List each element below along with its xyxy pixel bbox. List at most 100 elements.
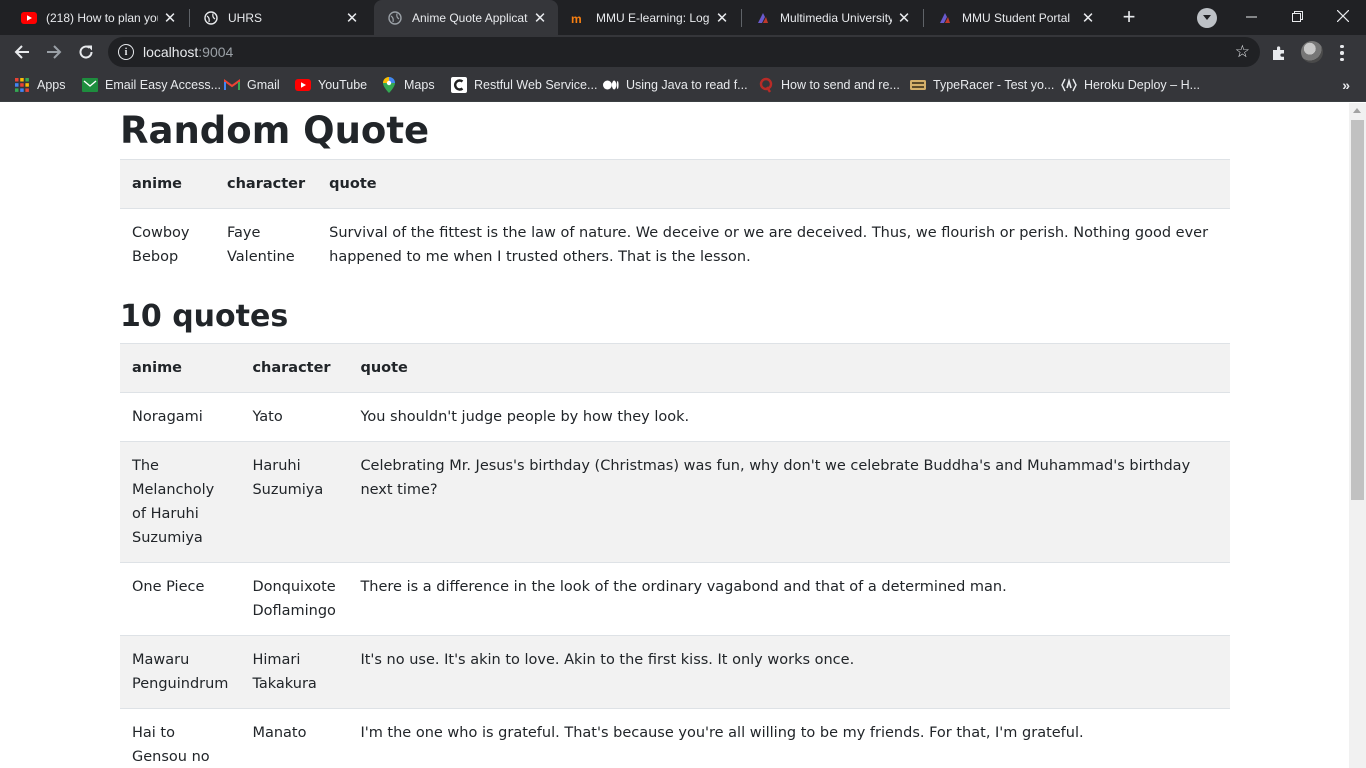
reload-button[interactable]: [71, 37, 101, 67]
anime-cell: Noragami: [120, 392, 241, 442]
column-header-quote: quote: [317, 159, 1230, 209]
restore-button[interactable]: [1274, 0, 1320, 32]
extensions-button[interactable]: [1268, 42, 1290, 64]
youtube-icon: [295, 77, 311, 93]
table-row: The Melancholy of Haruhi Suzumiya Haruhi…: [120, 441, 1230, 563]
bookmark-gmail[interactable]: Gmail: [224, 75, 280, 95]
bookmark-label: How to send and re...: [781, 78, 900, 92]
table-header-row: anime character quote: [120, 343, 1230, 393]
close-tab-icon[interactable]: ✕: [714, 10, 730, 27]
anime-cell: One Piece: [120, 562, 241, 636]
anime-cell: The Melancholy of Haruhi Suzumiya: [120, 441, 241, 563]
svg-text:m: m: [571, 12, 582, 24]
quote-cell: You shouldn't judge people by how they l…: [348, 392, 1230, 442]
quote-cell: Survival of the fittest is the law of na…: [317, 208, 1230, 281]
new-tab-button[interactable]: +: [1117, 4, 1141, 29]
back-button[interactable]: [7, 37, 37, 67]
tab-title: MMU E-learning: Log in: [596, 10, 710, 25]
mmu-icon: [937, 10, 953, 26]
character-cell: Yato: [240, 392, 349, 442]
tab-search-button[interactable]: [1197, 8, 1217, 28]
quote-cell: I'm the one who is grateful. That's beca…: [348, 708, 1230, 768]
restore-icon: [1291, 10, 1303, 22]
globe-icon: [387, 10, 403, 26]
close-window-button[interactable]: [1320, 0, 1366, 32]
medium-icon: [603, 77, 619, 93]
table-row: Mawaru Penguindrum Himari Takakura It's …: [120, 635, 1230, 709]
bookmark-restful[interactable]: Restful Web Service...: [451, 75, 597, 95]
character-cell: Donquixote Doflamingo: [240, 562, 349, 636]
column-header-anime: anime: [120, 159, 215, 209]
gmail-icon: [224, 77, 240, 93]
character-cell: Haruhi Suzumiya: [240, 441, 349, 563]
bookmark-youtube[interactable]: YouTube: [295, 75, 367, 95]
table-row: Hai to Gensou no Manato I'm the one who …: [120, 708, 1230, 768]
table-row: Noragami Yato You shouldn't judge people…: [120, 392, 1230, 442]
bookmark-quora[interactable]: How to send and re...: [758, 75, 900, 95]
tab-mmu-student-portal[interactable]: MMU Student Portal ✕: [924, 0, 1106, 35]
column-header-anime: anime: [120, 343, 241, 393]
typeracer-icon: [910, 77, 926, 93]
bookmark-label: TypeRacer - Test yo...: [933, 78, 1055, 92]
close-tab-icon[interactable]: ✕: [532, 10, 548, 27]
tab-multimedia-university[interactable]: Multimedia University ✕: [742, 0, 922, 35]
address-bar[interactable]: i localhost:9004 ☆: [108, 37, 1260, 67]
page-viewport: Random Quote anime character quote Cowbo…: [0, 103, 1349, 768]
close-icon: [1337, 10, 1349, 22]
apps-grid-icon: [14, 77, 30, 93]
close-tab-icon[interactable]: ✕: [1080, 10, 1096, 27]
bookmark-typeracer[interactable]: TypeRacer - Test yo...: [910, 75, 1054, 95]
more-bookmarks-button[interactable]: »: [1342, 77, 1350, 93]
bookmark-email[interactable]: Email Easy Access...: [82, 75, 221, 95]
character-cell: Manato: [240, 708, 349, 768]
anime-cell: Hai to Gensou no: [120, 708, 241, 768]
globe-icon: [203, 10, 219, 26]
table-row: One Piece Donquixote Doflamingo There is…: [120, 562, 1230, 636]
minimize-icon: [1245, 16, 1257, 17]
column-header-character: character: [240, 343, 349, 393]
browser-menu-button[interactable]: [1334, 42, 1350, 64]
scroll-up-arrow-icon[interactable]: [1353, 108, 1361, 113]
bookmark-label: Gmail: [247, 78, 280, 92]
tab-youtube[interactable]: (218) How to plan your ✕: [8, 0, 188, 35]
table-header-row: anime character quote: [120, 159, 1230, 209]
bookmark-java[interactable]: Using Java to read f...: [603, 75, 748, 95]
bookmark-label: Heroku Deploy – H...: [1084, 78, 1201, 92]
bookmark-label: Maps: [404, 78, 435, 92]
scrollbar-thumb[interactable]: [1351, 120, 1364, 500]
bookmark-label: Apps: [37, 78, 66, 92]
character-cell: Himari Takakura: [240, 635, 349, 709]
column-header-character: character: [215, 159, 318, 209]
tab-anime-quote[interactable]: Anime Quote Application ✕: [374, 0, 558, 35]
bookmark-star-icon[interactable]: ☆: [1235, 42, 1250, 62]
site-info-icon[interactable]: i: [118, 44, 134, 60]
quotes-table: anime character quote Noragami Yato You …: [120, 343, 1230, 768]
bookmark-maps[interactable]: Maps: [381, 75, 435, 95]
column-header-quote: quote: [348, 343, 1230, 393]
heroku-icon: [1061, 77, 1077, 93]
bookmark-label: Restful Web Service...: [474, 78, 598, 92]
tab-uhrs[interactable]: UHRS ✕: [190, 0, 370, 35]
minimize-button[interactable]: [1228, 0, 1274, 32]
tab-title: Anime Quote Application: [412, 10, 528, 25]
profile-avatar[interactable]: [1301, 41, 1323, 63]
bookmark-label: YouTube: [318, 78, 368, 92]
maps-icon: [381, 77, 397, 93]
mmu-icon: [755, 10, 771, 26]
page-scrollbar[interactable]: [1349, 103, 1366, 768]
tab-title: UHRS: [228, 10, 263, 25]
bookmark-label: Using Java to read f...: [626, 78, 748, 92]
url-text: localhost:9004: [143, 44, 234, 60]
forward-button[interactable]: [39, 37, 69, 67]
close-tab-icon[interactable]: ✕: [896, 10, 912, 27]
random-quote-table: anime character quote Cowboy Bebop Faye …: [120, 159, 1230, 281]
close-tab-icon[interactable]: ✕: [162, 10, 178, 27]
bookmark-apps[interactable]: Apps: [14, 75, 66, 95]
quote-cell: It's no use. It's akin to love. Akin to …: [348, 635, 1230, 709]
quote-cell: There is a difference in the look of the…: [348, 562, 1230, 636]
close-tab-icon[interactable]: ✕: [344, 10, 360, 27]
c-icon: [451, 77, 467, 93]
tab-mmu-elearning[interactable]: m MMU E-learning: Log in ✕: [558, 0, 740, 35]
reload-icon: [79, 45, 93, 59]
bookmark-heroku[interactable]: Heroku Deploy – H...: [1061, 75, 1200, 95]
